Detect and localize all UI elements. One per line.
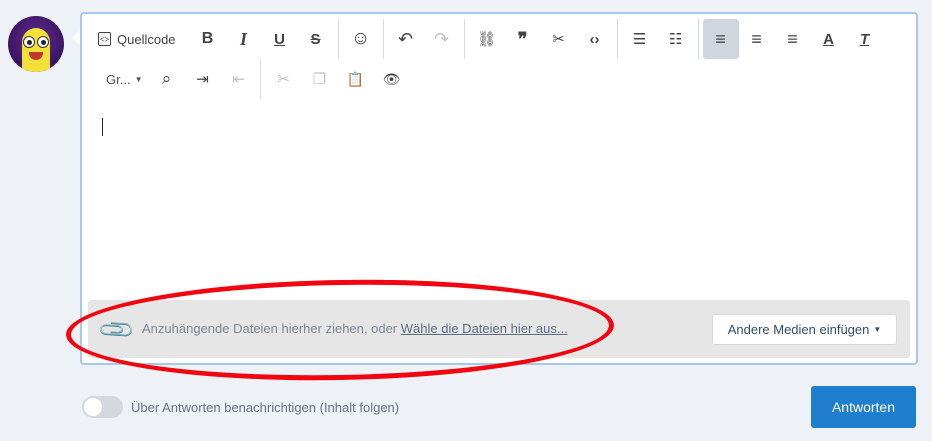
quote-icon: ❞ <box>517 28 528 49</box>
toolbar-row-1: <> Quellcode B I U S ☺ ↶ ↷ ⛓ ❞ ✂ ‹› ☰ ☷ … <box>92 19 883 59</box>
toolbar-row-2: Gr... ▼ ⌕ ⇥ ⇤ ✂ ❐ 📋 👁 <box>100 59 409 99</box>
unlink-icon: ✂ <box>552 31 565 48</box>
toolbar-separator <box>382 19 384 59</box>
redo-icon: ↷ <box>434 28 450 49</box>
toolbar-separator <box>337 19 339 59</box>
bold-button[interactable]: B <box>190 19 226 59</box>
source-code-label: Quellcode <box>117 31 176 47</box>
chevron-down-icon: ▼ <box>134 74 143 84</box>
align-center-button[interactable]: ≡ <box>739 19 775 59</box>
clear-format-button[interactable]: T <box>847 19 883 59</box>
user-avatar <box>8 16 64 72</box>
toolbar-separator <box>697 19 699 59</box>
source-code-button[interactable]: <> Quellcode <box>92 19 182 59</box>
clear-format-icon: T <box>859 30 870 48</box>
paste-button[interactable]: 📋 <box>337 59 373 99</box>
copy-icon: ❐ <box>312 71 327 88</box>
source-code-icon: <> <box>98 32 111 46</box>
toggle-knob <box>84 398 102 416</box>
unordered-list-icon: ☷ <box>668 31 683 48</box>
align-right-button[interactable]: ≡ <box>775 19 811 59</box>
align-left-icon: ≡ <box>715 28 726 49</box>
emoji-icon: ☺ <box>350 28 371 49</box>
underline-button[interactable]: U <box>262 19 298 59</box>
cut-button[interactable]: ✂ <box>265 59 301 99</box>
notify-label: Über Antworten benachrichtigen (Inhalt f… <box>131 400 400 415</box>
toolbar-separator <box>463 19 465 59</box>
undo-button[interactable]: ↶ <box>388 19 424 59</box>
outdent-button[interactable]: ⇤ <box>220 59 256 99</box>
unlink-button[interactable]: ✂ <box>541 19 577 59</box>
editor-toolbar: <> Quellcode B I U S ☺ ↶ ↷ ⛓ ❞ ✂ ‹› ☰ ☷ … <box>82 14 916 104</box>
align-right-icon: ≡ <box>787 28 798 49</box>
insert-media-label: Andere Medien einfügen <box>727 322 870 337</box>
code-button[interactable]: ‹› <box>577 19 613 59</box>
redo-button[interactable]: ↷ <box>424 19 460 59</box>
chevron-down-icon: ▼ <box>873 325 882 334</box>
bold-icon: B <box>201 30 214 47</box>
find-replace-button[interactable]: ⌕ <box>148 59 184 99</box>
outdent-icon: ⇤ <box>232 71 245 88</box>
quote-button[interactable]: ❞ <box>505 19 541 59</box>
undo-icon: ↶ <box>398 28 414 49</box>
text-cursor <box>102 118 103 136</box>
text-color-button[interactable]: A <box>811 19 847 59</box>
indent-icon: ⇥ <box>196 71 209 88</box>
font-size-label: Gr... <box>106 71 131 87</box>
preview-button[interactable]: 👁 <box>373 59 409 99</box>
paste-icon: 📋 <box>346 70 365 87</box>
cut-icon: ✂ <box>277 71 290 88</box>
link-button[interactable]: ⛓ <box>469 19 505 59</box>
notify-toggle[interactable] <box>82 396 123 418</box>
insert-media-button[interactable]: Andere Medien einfügen ▼ <box>712 314 897 345</box>
text-color-icon: A <box>823 30 834 48</box>
strikethrough-icon: S <box>310 30 321 48</box>
emoji-button[interactable]: ☺ <box>343 19 379 59</box>
toolbar-separator <box>260 59 262 99</box>
underline-icon: U <box>274 30 285 48</box>
toolbar-separator <box>616 19 618 59</box>
eye-icon: 👁 <box>382 70 401 87</box>
unordered-list-button[interactable]: ☷ <box>658 19 694 59</box>
ordered-list-icon: ☰ <box>632 31 647 48</box>
italic-icon: I <box>240 28 248 49</box>
reply-button[interactable]: Antworten <box>811 386 916 428</box>
copy-button[interactable]: ❐ <box>301 59 337 99</box>
code-icon: ‹› <box>589 30 600 48</box>
ordered-list-button[interactable]: ☰ <box>622 19 658 59</box>
find-icon: ⌕ <box>161 69 172 88</box>
align-center-icon: ≡ <box>751 28 762 49</box>
link-icon: ⛓ <box>477 31 497 48</box>
editor-content-area[interactable] <box>82 106 916 296</box>
font-size-dropdown[interactable]: Gr... ▼ <box>100 59 148 99</box>
italic-button[interactable]: I <box>226 19 262 59</box>
indent-button[interactable]: ⇥ <box>184 59 220 99</box>
strikethrough-button[interactable]: S <box>298 19 334 59</box>
align-left-button[interactable]: ≡ <box>702 19 739 59</box>
